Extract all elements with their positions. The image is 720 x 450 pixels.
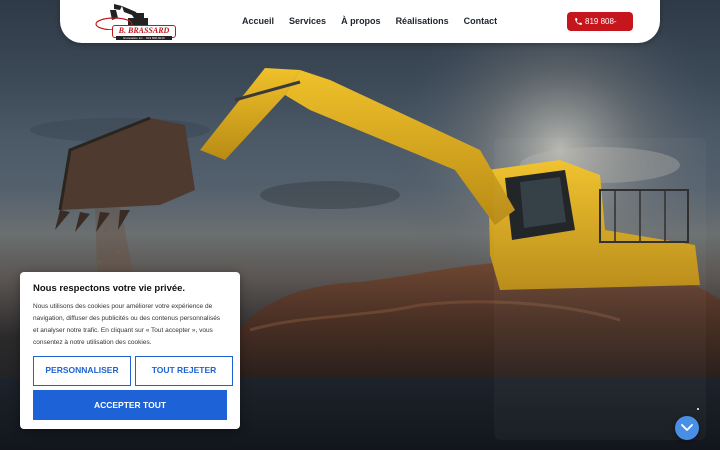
nav-item-realisations[interactable]: Réalisations (396, 16, 449, 26)
reject-all-button[interactable]: TOUT REJETER (135, 356, 233, 386)
cookie-description: Nous utilisons des cookies pour améliore… (33, 303, 221, 346)
accept-all-button[interactable]: ACCEPTER TOUT (33, 390, 227, 420)
site-logo[interactable]: B. BRASSARD Excavation inc. · 819 808-90… (84, 0, 176, 43)
cookie-title: Nous respectons votre vie privée. (33, 283, 186, 294)
main-nav: Accueil Services À propos Réalisations C… (242, 16, 512, 26)
logo-tagline: Excavation inc. · 819 808-9010 (116, 36, 172, 40)
site-header: B. BRASSARD Excavation inc. · 819 808-90… (60, 0, 660, 45)
customize-button[interactable]: PERSONNALISER (33, 356, 131, 386)
phone-icon (575, 18, 582, 25)
nav-item-contact[interactable]: Contact (464, 16, 498, 26)
scroll-down-button[interactable] (675, 416, 699, 440)
chevron-down-icon (681, 424, 693, 431)
decorative-dot (697, 408, 699, 410)
nav-item-accueil[interactable]: Accueil (242, 16, 274, 26)
cookie-consent-dialog: Nous respectons votre vie privée. Nous u… (20, 272, 240, 429)
phone-button-label: 819 808-9010 (585, 17, 617, 45)
cookie-secondary-actions: PERSONNALISER TOUT REJETER (33, 356, 233, 386)
hero-overlay-panel (494, 138, 706, 440)
nav-item-services[interactable]: Services (289, 16, 326, 26)
nav-item-a-propos[interactable]: À propos (341, 16, 381, 26)
phone-button[interactable]: 819 808-9010 (567, 12, 633, 45)
